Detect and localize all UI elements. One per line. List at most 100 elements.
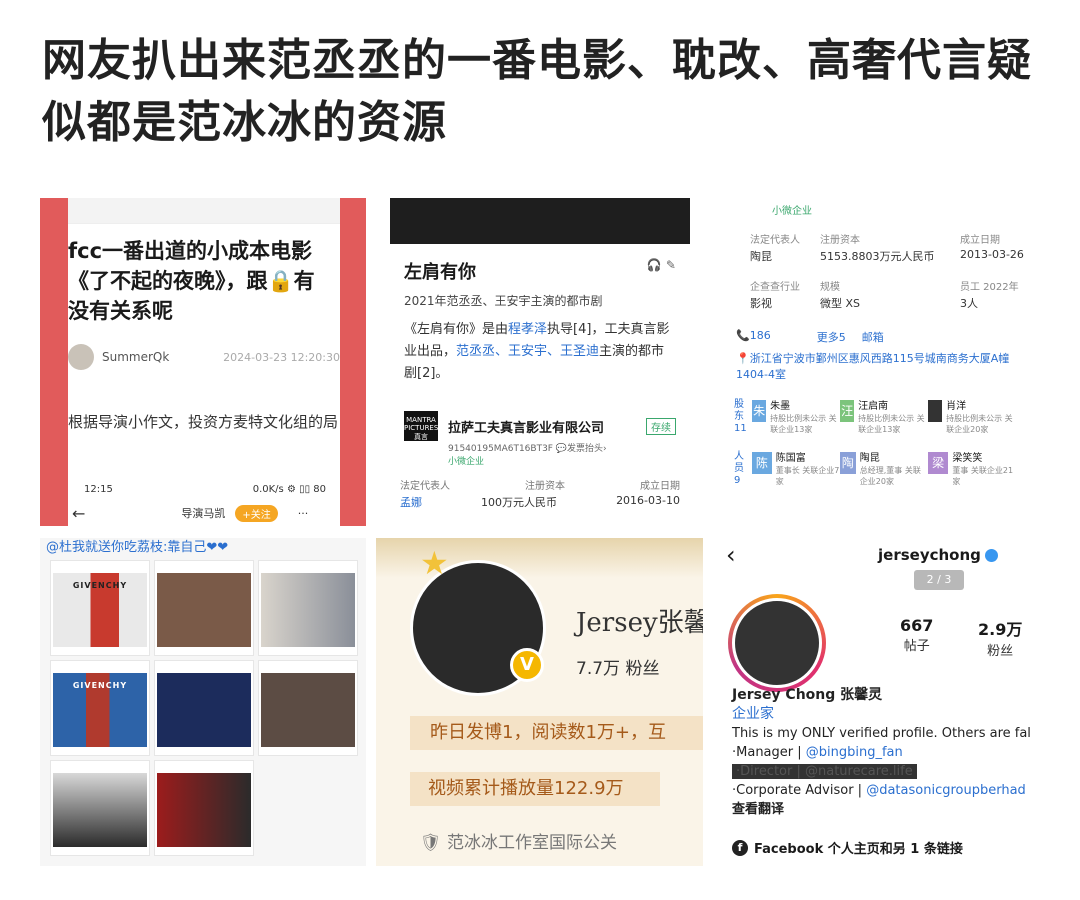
person-card[interactable]: 肖洋 持股比例未公示 关联企业20家 — [928, 399, 1016, 435]
bottom-username[interactable]: 导演马凯 — [181, 505, 225, 521]
facebook-icon: f — [732, 839, 748, 856]
person-note: 持股比例未公示 关联企业20家 — [946, 413, 1013, 434]
fans-stat[interactable]: 2.9万 粉丝 — [978, 616, 1022, 659]
thumbnail[interactable] — [154, 760, 254, 856]
thumbnail[interactable]: GIVENCHY — [50, 660, 150, 756]
translate-link[interactable]: 查看翻译 — [732, 800, 1031, 819]
headline: 网友扒出来范丞丞的一番电影、耽改、高奢代言疑似都是范冰冰的资源 — [42, 35, 1032, 148]
company-row[interactable]: MANTRA PICTURES 真言 拉萨工夫真言影业有限公司 存续 — [404, 411, 676, 441]
field-label: 注册资本 — [525, 481, 565, 492]
back-icon[interactable]: ← — [72, 504, 85, 523]
address-link[interactable]: 📍浙江省宁波市鄞州区惠风西路115号城南商务大厦A幢1404-4室 — [728, 351, 1028, 383]
person-note: 持股比例未公示 关联企业13家 — [770, 413, 837, 434]
field-value: 微型 XS — [820, 297, 861, 310]
full-name: Jersey Chong 张馨灵 — [732, 687, 883, 703]
avatar[interactable] — [68, 344, 94, 370]
post-card: fcc一番出道的小成本电影《了不起的夜晚》，跟🔒有没有关系呢 SummerQk … — [68, 198, 340, 526]
author-name[interactable]: SummerQk — [102, 350, 169, 364]
company-name[interactable]: 拉萨工夫真言影业有限公司 — [448, 417, 604, 436]
drama-info-screenshot: 左肩有你 🎧 ✎ 2021年范丞丞、王安宇主演的都市剧 《左肩有你》是由程孝泽执… — [390, 198, 690, 526]
post-screenshot: fcc一番出道的小成本电影《了不起的夜晚》，跟🔒有没有关系呢 SummerQk … — [40, 198, 366, 526]
phone-status-bar: 12:15 0.0K/s ⚙ ▯▯ 80 — [84, 484, 366, 495]
company-fields-values: 孟娜 100万元人民币 2016-03-10 — [390, 494, 690, 510]
person-card[interactable]: 梁梁笑笑 董事 关联企业21家 — [928, 451, 1016, 487]
posts-count: 667 — [900, 616, 934, 635]
people-row: 人员 9 陈陈国富 董事长 关联企业7家陶陶昆 总经理,董事 关联企业20家梁梁笑笑… — [728, 451, 1028, 487]
follow-button[interactable]: +关注 — [235, 504, 278, 522]
field-label: 企查查行业 — [750, 282, 800, 293]
verified-icon: V — [510, 648, 544, 682]
mention-link[interactable]: @datasonicgroupberhad — [866, 783, 1026, 798]
profile-header: ‹ jerseychong — [714, 538, 1050, 572]
phone-link[interactable]: 📞186 — [736, 329, 771, 345]
field-label: 员工 2022年 — [960, 282, 1019, 293]
author-row[interactable]: SummerQk 2024-03-23 12:20:30 — [68, 344, 340, 370]
person-name: 陶昆 — [859, 452, 880, 464]
thumbnail[interactable] — [258, 560, 358, 656]
thumbnail[interactable] — [258, 660, 358, 756]
fans-count: 7.7万 粉丝 — [576, 659, 660, 679]
post-body: 根据导演小作文，投资方麦特文化组的局 — [68, 413, 339, 431]
listen-edit-icons[interactable]: 🎧 ✎ — [647, 258, 676, 284]
more-icon[interactable]: ··· — [298, 507, 309, 520]
director-link[interactable]: 程孝泽 — [508, 322, 547, 337]
stars-link[interactable]: 范丞丞、王安宇、王圣迪 — [456, 344, 599, 359]
person-avatar: 陶 — [840, 451, 856, 474]
page-indicator: 2 / 3 — [914, 570, 964, 590]
thumbnail[interactable] — [154, 660, 254, 756]
person-avatar: 梁 — [928, 451, 949, 474]
shareholder-label: 股东 11 — [734, 399, 747, 434]
drama-subtitle: 2021年范丞丞、王安宇主演的都市剧 — [404, 294, 603, 308]
person-name: 陈国富 — [775, 452, 806, 464]
story-ring[interactable] — [728, 594, 826, 692]
person-card[interactable]: 陶陶昆 总经理,董事 关联企业20家 — [840, 451, 928, 487]
fans-label: 粉丝 — [987, 644, 1014, 659]
shield-icon: 🛡 — [420, 833, 447, 853]
people-label: 人员 9 — [734, 451, 744, 486]
username: jerseychong — [878, 546, 981, 564]
person-name: 朱墨 — [770, 400, 791, 412]
more-link[interactable]: 更多5 — [817, 329, 846, 345]
person-note: 董事 关联企业21家 — [952, 465, 1014, 486]
posts-stat[interactable]: 667 帖子 — [900, 616, 933, 654]
email-link[interactable]: 邮箱 — [862, 329, 884, 345]
avatar[interactable] — [732, 598, 822, 688]
field-value[interactable]: 孟娜 — [400, 494, 422, 510]
back-icon[interactable]: ‹ — [714, 541, 754, 569]
bio-line: ·Corporate Advisor | @datasonicgroupberh… — [732, 781, 1031, 800]
facebook-text[interactable]: Facebook 个人主页和另 1 条链接 — [754, 838, 963, 857]
company-profile-screenshot: 小微企业 法定代表人 注册资本 成立日期 陶昆 5153.8803万元人民币 2… — [728, 198, 1028, 526]
redacted-text: ·Director | @naturecare.life — [732, 764, 917, 779]
bio-line: This is my ONLY verified profile. Others… — [732, 726, 1031, 741]
field-label: 规模 — [820, 282, 840, 293]
views-line: 视频累计播放量122.9万 — [410, 772, 660, 806]
person-card[interactable]: 陈陈国富 董事长 关联企业7家 — [752, 451, 840, 487]
top-banner — [390, 198, 690, 244]
profile-name: Jersey张馨 — [576, 608, 703, 638]
field-value[interactable]: 陶昆 — [750, 248, 820, 264]
stats-line: 昨日发博1，阅读数1万+，互 — [410, 716, 703, 750]
drama-title-row: 左肩有你 🎧 ✎ — [404, 258, 676, 284]
company-industry-fields: 企查查行业 规模 员工 2022年 影视 微型 XS 3人 — [728, 278, 1028, 311]
weibo-profile-screenshot: ★ V Jersey张馨 7.7万 粉丝 昨日发博1，阅读数1万+，互 视频累计… — [376, 538, 703, 866]
drama-title: 左肩有你 — [404, 262, 476, 283]
thumbnail[interactable]: GIVENCHY — [50, 560, 150, 656]
company-logo: MANTRA PICTURES 真言 — [404, 411, 438, 441]
person-card[interactable]: 朱朱墨 持股比例未公示 关联企业13家 — [752, 399, 840, 435]
thumbnail[interactable] — [154, 560, 254, 656]
facebook-link[interactable]: f Facebook 个人主页和另 1 条链接 — [732, 838, 963, 857]
person-card[interactable]: 汪汪启南 持股比例未公示 关联企业13家 — [840, 399, 928, 435]
brand-label: GIVENCHY — [72, 681, 128, 690]
drama-description: 《左肩有你》是由程孝泽执导[4]，工夫真言影业出品，范丞丞、王安宇、王圣迪主演的… — [404, 319, 676, 385]
bio-text: ·Manager | — [732, 745, 806, 760]
photo-grid-screenshot: @杜我就送你吃荔枝:靠自己❤❤ GIVENCHY GIVENCHY — [40, 538, 366, 866]
post-title: fcc一番出道的小成本电影《了不起的夜晚》，跟🔒有没有关系呢 — [68, 239, 315, 323]
bio-text: ·Corporate Advisor | — [732, 783, 867, 798]
bio-line: ·Manager | @bingbing_fan — [732, 743, 1031, 762]
person-avatar: 陈 — [752, 451, 772, 474]
thumbnail[interactable] — [50, 760, 150, 856]
top-strip — [68, 198, 340, 224]
contact-row: 📞186 更多5 邮箱 — [728, 329, 1028, 345]
mention-link[interactable]: @bingbing_fan — [806, 745, 903, 760]
star-icon: ★ — [420, 544, 449, 582]
